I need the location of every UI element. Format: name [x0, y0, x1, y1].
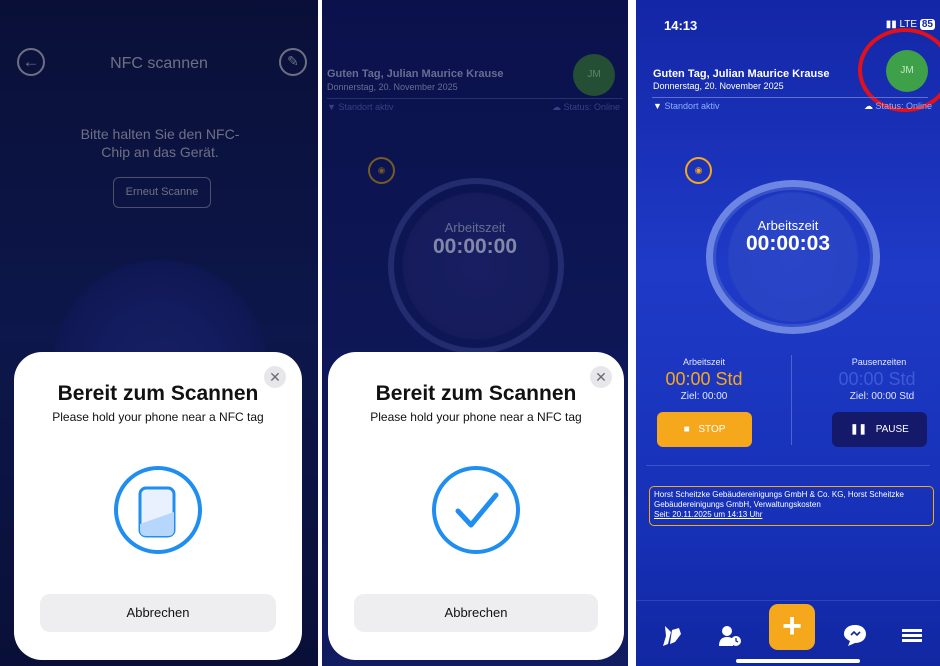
- cloud-icon: ☁: [551, 102, 561, 112]
- composite-screenshot: ← NFC scannen ✎ Bitte halten Sie den NFC…: [0, 0, 940, 666]
- timer-label: Arbeitszeit: [444, 220, 506, 235]
- nfc-icon: ◉: [377, 165, 386, 175]
- nfc-button[interactable]: ◉: [368, 157, 395, 184]
- stop-button[interactable]: ■ STOP: [657, 412, 752, 447]
- pause-goal: Ziel: 00:00 Std: [849, 391, 915, 402]
- greeting: Guten Tag, Julian Maurice Krause: [653, 68, 830, 80]
- map-icon[interactable]: [659, 622, 685, 648]
- pause-button-label: PAUSE: [875, 424, 909, 435]
- location-status: ▼ Standort aktiv: [327, 102, 393, 112]
- work-label: Arbeitszeit: [682, 357, 726, 367]
- wrench-button[interactable]: ✎: [279, 48, 307, 76]
- sheet-title: Bereit zum Scannen: [375, 382, 577, 405]
- stop-icon: ■: [683, 424, 690, 435]
- status-text: Status: Online: [875, 101, 932, 111]
- pause-label: Pausenzeiten: [851, 357, 907, 367]
- section-divider: [646, 465, 930, 466]
- online-status: ☁ Status: Online: [864, 101, 932, 112]
- sheet-subtitle: Please hold your phone near a NFC tag: [370, 410, 582, 424]
- menu-icon[interactable]: [899, 622, 925, 648]
- timer-value: 00:00:03: [745, 232, 831, 255]
- location-arrow-icon: ▼: [327, 102, 336, 112]
- assignment-text: Horst Scheitzke Gebäudereinigungs GmbH &…: [654, 490, 904, 509]
- pause-value: 00:00 Std: [838, 369, 916, 389]
- location-text: Standort aktiv: [664, 101, 720, 111]
- sheet-subtitle: Please hold your phone near a NFC tag: [52, 410, 264, 424]
- timer-ring: [706, 180, 880, 334]
- location-status: ▼ Standort aktiv: [653, 101, 719, 111]
- nfc-sheet: ✕ Bereit zum Scannen Please hold your ph…: [14, 352, 302, 660]
- plus-icon: +: [782, 607, 802, 645]
- column-divider: [791, 355, 792, 445]
- page-title: NFC scannen: [110, 55, 208, 72]
- date-text: Donnerstag, 20. November 2025: [653, 81, 784, 91]
- cloud-icon: ☁: [863, 101, 873, 111]
- scan-instruction: Bitte halten Sie den NFC-Chip an das Ger…: [80, 126, 240, 160]
- status-time: 14:13: [664, 18, 698, 33]
- timer-ring: [388, 178, 564, 354]
- cancel-button[interactable]: Abbrechen: [40, 594, 276, 632]
- nfc-icon: ◉: [694, 165, 703, 175]
- nfc-sheet: ✕ Bereit zum Scannen Please hold your ph…: [328, 352, 624, 660]
- header-divider: [652, 97, 928, 98]
- rescan-button[interactable]: Erneut Scanne: [113, 177, 211, 208]
- date-text: Donnerstag, 20. November 2025: [327, 82, 458, 92]
- cancel-button[interactable]: Abbrechen: [354, 594, 598, 632]
- pause-button[interactable]: ❚❚ PAUSE: [832, 412, 927, 447]
- user-clock-icon[interactable]: [717, 622, 743, 648]
- add-button[interactable]: +: [769, 604, 815, 650]
- sheet-title: Bereit zum Scannen: [57, 382, 259, 405]
- checkmark-icon: [432, 466, 520, 554]
- pause-icon: ❚❚: [850, 424, 867, 435]
- avatar[interactable]: JM: [573, 54, 615, 96]
- chat-icon[interactable]: [842, 622, 868, 648]
- location-arrow-icon: ▼: [653, 101, 662, 111]
- phone-icon: [114, 466, 202, 554]
- work-goal: Ziel: 00:00: [680, 391, 728, 402]
- online-status: ☁ Status: Online: [552, 102, 620, 113]
- avatar[interactable]: JM: [886, 50, 928, 92]
- stop-label: STOP: [698, 424, 726, 435]
- dashboard-with-sheet: Guten Tag, Julian Maurice Krause Donners…: [322, 0, 628, 666]
- nfc-button[interactable]: ◉: [685, 157, 712, 184]
- timer-value: 00:00:00: [432, 235, 518, 258]
- location-text: Standort aktiv: [338, 102, 394, 112]
- dashboard-screen: 14:13 ▮▮ LTE 85 Guten Tag, Julian Mauric…: [636, 0, 940, 666]
- header-divider: [327, 98, 623, 99]
- nfc-scan-screen: ← NFC scannen ✎ Bitte halten Sie den NFC…: [0, 0, 318, 666]
- greeting: Guten Tag, Julian Maurice Krause: [327, 68, 504, 80]
- battery-level: 85: [919, 19, 935, 30]
- assignment-card[interactable]: Horst Scheitzke Gebäudereinigungs GmbH &…: [649, 486, 934, 526]
- work-value: 00:00 Std: [665, 369, 743, 389]
- wrench-icon: ✎: [287, 53, 299, 69]
- status-text: Status: Online: [563, 102, 620, 112]
- assignment-since: Seit: 20.11.2025 um 14:13 Uhr: [654, 510, 763, 519]
- timer-label: Arbeitszeit: [757, 218, 819, 233]
- home-indicator: [736, 659, 860, 663]
